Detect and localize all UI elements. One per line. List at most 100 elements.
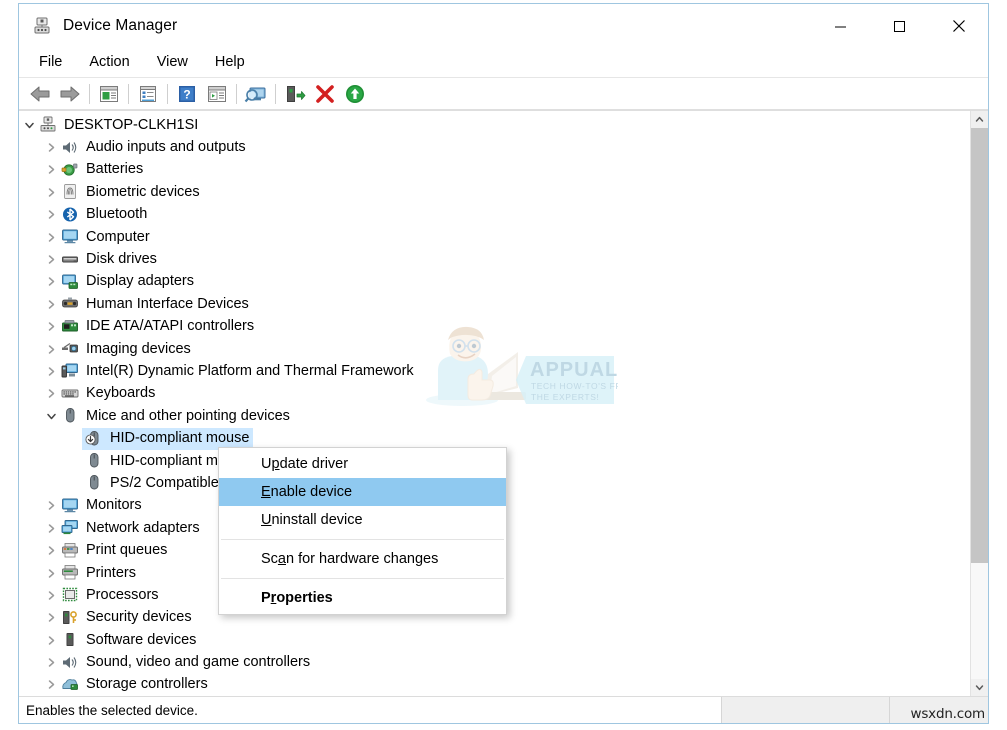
tree-item-row[interactable]: Imaging devices xyxy=(19,338,970,360)
bluetooth-icon xyxy=(61,206,79,223)
tree-item-row[interactable]: Human Interface Devices xyxy=(19,293,970,315)
disable-device-button[interactable] xyxy=(310,80,340,107)
tree-item-label: IDE ATA/ATAPI controllers xyxy=(86,318,254,334)
tree-item-row[interactable]: Biometric devices xyxy=(19,181,970,203)
tree-item-row[interactable]: Audio inputs and outputs xyxy=(19,136,970,158)
mouse-icon xyxy=(85,474,103,491)
tree-item-row[interactable]: Computer xyxy=(19,226,970,248)
tree-item-row[interactable]: Storage controllers xyxy=(19,674,970,696)
tree-item-row[interactable]: Batteries xyxy=(19,159,970,181)
minimize-button[interactable] xyxy=(811,4,870,48)
chevron-down-icon xyxy=(975,683,984,692)
tree-item-row[interactable]: Sound, video and game controllers xyxy=(19,651,970,673)
tree-vertical-scrollbar[interactable] xyxy=(970,111,988,696)
menu-view[interactable]: View xyxy=(146,52,199,73)
toolbar-separator xyxy=(167,84,168,104)
menu-help[interactable]: Help xyxy=(204,52,256,73)
scroll-up-button[interactable] xyxy=(971,111,988,128)
device-manager-icon xyxy=(32,16,52,36)
maximize-button[interactable] xyxy=(870,4,929,48)
chevron-right-icon[interactable] xyxy=(43,520,59,536)
tree-item-label: Computer xyxy=(86,229,150,245)
scroll-track[interactable] xyxy=(971,128,988,679)
menu-bar: File Action View Help xyxy=(19,48,988,78)
toolbar-separator xyxy=(236,84,237,104)
chevron-up-icon xyxy=(975,115,984,124)
chevron-right-icon[interactable] xyxy=(43,140,59,156)
printer-icon xyxy=(61,564,79,581)
chevron-right-icon[interactable] xyxy=(43,184,59,200)
chevron-right-icon[interactable] xyxy=(43,610,59,626)
status-bar: Enables the selected device. wsxdn.com xyxy=(19,696,988,723)
back-arrow-icon xyxy=(29,85,51,103)
tree-item-row[interactable]: Intel(R) Dynamic Platform and Thermal Fr… xyxy=(19,360,970,382)
title-bar[interactable]: Device Manager xyxy=(19,4,988,48)
chevron-down-icon[interactable] xyxy=(21,117,37,133)
context-menu-item[interactable]: Update driver xyxy=(219,450,506,478)
chevron-right-icon[interactable] xyxy=(43,677,59,693)
software-device-icon xyxy=(61,631,79,648)
chevron-right-icon[interactable] xyxy=(43,252,59,268)
chevron-right-icon[interactable] xyxy=(43,565,59,581)
chevron-right-icon[interactable] xyxy=(43,229,59,245)
tree-item-label: Human Interface Devices xyxy=(86,296,249,312)
tree-item-row[interactable]: Bluetooth xyxy=(19,204,970,226)
tree-item-row[interactable]: Display adapters xyxy=(19,271,970,293)
close-button[interactable] xyxy=(929,4,988,48)
scan-hardware-changes-button[interactable] xyxy=(241,80,271,107)
chevron-right-icon[interactable] xyxy=(43,274,59,290)
context-menu-item[interactable]: Scan for hardware changes xyxy=(219,545,506,573)
show-hide-action-pane-button[interactable] xyxy=(202,80,232,107)
chevron-right-icon[interactable] xyxy=(43,162,59,178)
chevron-right-icon[interactable] xyxy=(43,655,59,671)
menu-file[interactable]: File xyxy=(28,52,73,73)
menu-action[interactable]: Action xyxy=(78,52,140,73)
chevron-right-icon[interactable] xyxy=(43,587,59,603)
tree-item-label: Storage controllers xyxy=(86,676,208,692)
context-menu-separator xyxy=(221,578,504,579)
chevron-right-icon[interactable] xyxy=(43,296,59,312)
monitor-icon xyxy=(61,497,79,514)
tree-item-row[interactable]: Disk drives xyxy=(19,248,970,270)
storage-controller-icon xyxy=(61,676,79,693)
speaker-icon xyxy=(61,139,79,156)
context-menu-item[interactable]: Enable device xyxy=(219,478,506,506)
device-context-menu[interactable]: Update driverEnable deviceUninstall devi… xyxy=(218,447,507,615)
chevron-right-icon[interactable] xyxy=(43,363,59,379)
chevron-down-icon[interactable] xyxy=(43,408,59,424)
fingerprint-icon xyxy=(61,183,79,200)
update-driver-button[interactable] xyxy=(280,80,310,107)
chevron-right-icon[interactable] xyxy=(43,319,59,335)
tree-item-row[interactable]: IDE ATA/ATAPI controllers xyxy=(19,316,970,338)
tree-item-row[interactable]: Mice and other pointing devices xyxy=(19,405,970,427)
disable-device-icon xyxy=(315,84,335,104)
chevron-right-icon[interactable] xyxy=(43,498,59,514)
context-menu-item[interactable]: Properties xyxy=(219,584,506,612)
enable-device-button[interactable] xyxy=(340,80,370,107)
maximize-icon xyxy=(893,20,906,33)
status-panel-3: wsxdn.com xyxy=(889,697,988,723)
chevron-right-icon[interactable] xyxy=(43,207,59,223)
window-controls xyxy=(811,4,988,48)
tree-root-row[interactable]: DESKTOP-CLKH1SI xyxy=(19,114,970,136)
show-hide-console-tree-button[interactable] xyxy=(94,80,124,107)
chevron-right-icon[interactable] xyxy=(43,386,59,402)
help-button[interactable]: ? xyxy=(172,80,202,107)
processor-icon xyxy=(61,586,79,603)
back-button[interactable] xyxy=(25,80,55,107)
forward-button[interactable] xyxy=(55,80,85,107)
tree-spacer xyxy=(67,431,83,447)
toolbar-separator xyxy=(89,84,90,104)
chevron-right-icon[interactable] xyxy=(43,341,59,357)
tree-item-row[interactable]: Keyboards xyxy=(19,383,970,405)
device-manager-screen: Device Manager xyxy=(0,0,1007,730)
properties-button[interactable] xyxy=(133,80,163,107)
scroll-thumb[interactable] xyxy=(971,128,988,563)
scroll-down-button[interactable] xyxy=(971,679,988,696)
chevron-right-icon[interactable] xyxy=(43,632,59,648)
chevron-right-icon[interactable] xyxy=(43,543,59,559)
tree-item-label: Intel(R) Dynamic Platform and Thermal Fr… xyxy=(86,363,414,379)
context-menu-item[interactable]: Uninstall device xyxy=(219,506,506,534)
tree-item-row[interactable]: Software devices xyxy=(19,629,970,651)
ide-controller-icon xyxy=(61,318,79,335)
